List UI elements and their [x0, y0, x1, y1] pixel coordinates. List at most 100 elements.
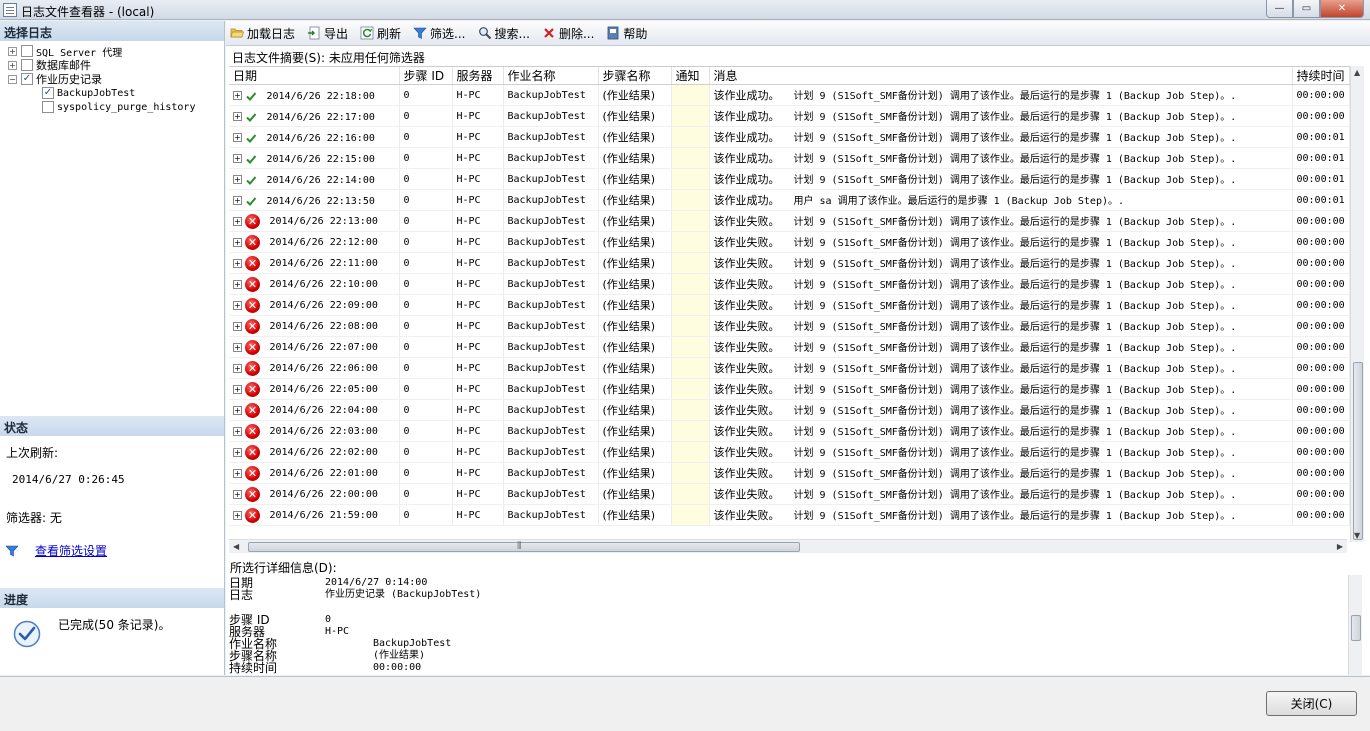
cell-server[interactable]: H-PC — [452, 126, 504, 148]
cell-date[interactable]: + 2014/6/26 22:17:00 — [229, 105, 400, 127]
cell-message[interactable]: 该作业成功。 计划 9 (S1Soft_SMF备份计划) 调用了该作业。最后运行的… — [709, 126, 1293, 148]
cell-date[interactable]: + 2014/6/26 22:18:00 — [229, 84, 400, 106]
cell-step-id[interactable]: 0 — [399, 105, 453, 127]
cell-step-id[interactable]: 0 — [399, 231, 453, 253]
cell-step-name[interactable]: (作业结果) — [598, 105, 672, 127]
cell-server[interactable]: H-PC — [452, 294, 504, 316]
column-header-duration[interactable]: 持续时间 — [1292, 67, 1350, 85]
cell-date[interactable]: + ✕ 2014/6/26 22:07:00 — [229, 336, 400, 358]
cell-job-name[interactable]: BackupJobTest — [503, 231, 599, 253]
cell-message[interactable]: 该作业成功。 计划 9 (S1Soft_SMF备份计划) 调用了该作业。最后运行的… — [709, 84, 1293, 106]
cell-notify[interactable] — [671, 399, 710, 421]
tree-item-job-history[interactable]: − ✓ 作业历史记录 — [8, 72, 102, 86]
scroll-left-arrow-icon[interactable]: ◀ — [233, 542, 239, 551]
table-row[interactable]: + ✕ 2014/6/26 22:12:00 0 H-PC BackupJobTest(… — [229, 231, 1350, 253]
cell-duration[interactable]: 00:00:01 — [1292, 147, 1350, 169]
expand-row-icon[interactable]: + — [233, 91, 242, 100]
cell-job-name[interactable]: BackupJobTest — [503, 252, 599, 274]
cell-message[interactable]: 该作业失败。 计划 9 (S1Soft_SMF备份计划) 调用了该作业。最后运行的… — [709, 294, 1293, 316]
table-row[interactable]: + ✕ 2014/6/26 22:06:00 0 H-PC BackupJobTest(… — [229, 357, 1350, 379]
cell-server[interactable]: H-PC — [452, 399, 504, 421]
cell-date[interactable]: + 2014/6/26 22:15:00 — [229, 147, 400, 169]
table-row[interactable]: + 2014/6/26 22:15:00 0 H-PC BackupJobTest (作… — [229, 147, 1350, 169]
cell-server[interactable]: H-PC — [452, 105, 504, 127]
expand-row-icon[interactable]: + — [233, 237, 242, 247]
cell-message[interactable]: 该作业成功。 计划 9 (S1Soft_SMF备份计划) 调用了该作业。最后运行的… — [709, 105, 1293, 127]
cell-job-name[interactable]: BackupJobTest — [503, 399, 599, 421]
column-header-job-name[interactable]: 作业名称 — [503, 67, 599, 85]
tree-item-sql-agent[interactable]: + SQL Server 代理 — [8, 44, 122, 59]
cell-job-name[interactable]: BackupJobTest — [503, 483, 599, 505]
cell-step-id[interactable]: 0 — [399, 483, 453, 505]
cell-duration[interactable]: 00:00:00 — [1292, 357, 1350, 379]
cell-step-id[interactable]: 0 — [399, 504, 453, 526]
cell-step-name[interactable]: (作业结果) — [598, 210, 672, 232]
cell-duration[interactable]: 00:00:01 — [1292, 168, 1350, 190]
column-header-message[interactable]: 消息 — [709, 67, 1293, 85]
cell-duration[interactable]: 00:00:00 — [1292, 252, 1350, 274]
cell-notify[interactable] — [671, 378, 710, 400]
cell-step-id[interactable]: 0 — [399, 378, 453, 400]
close-button[interactable]: 关闭(C) — [1266, 691, 1357, 716]
cell-server[interactable]: H-PC — [452, 231, 504, 253]
cell-message[interactable]: 该作业失败。 计划 9 (S1Soft_SMF备份计划) 调用了该作业。最后运行的… — [709, 504, 1293, 526]
expand-row-icon[interactable]: + — [233, 300, 242, 310]
cell-notify[interactable] — [671, 462, 710, 484]
cell-duration[interactable]: 00:00:00 — [1292, 441, 1350, 463]
cell-duration[interactable]: 00:00:00 — [1292, 273, 1350, 295]
table-row[interactable]: + ✕ 2014/6/26 22:04:00 0 H-PC BackupJobTest(… — [229, 399, 1350, 421]
cell-job-name[interactable]: BackupJobTest — [503, 504, 599, 526]
expand-row-icon[interactable]: + — [233, 342, 242, 352]
expand-row-icon[interactable]: + — [233, 405, 242, 415]
table-row[interactable]: + ✕ 2014/6/26 22:10:00 0 H-PC BackupJobTest(… — [229, 273, 1350, 295]
cell-duration[interactable]: 00:00:00 — [1292, 294, 1350, 316]
cell-job-name[interactable]: BackupJobTest — [503, 294, 599, 316]
cell-step-name[interactable]: (作业结果) — [598, 315, 672, 337]
cell-server[interactable]: H-PC — [452, 441, 504, 463]
cell-message[interactable]: 该作业失败。 计划 9 (S1Soft_SMF备份计划) 调用了该作业。最后运行的… — [709, 231, 1293, 253]
cell-duration[interactable]: 00:00:00 — [1292, 210, 1350, 232]
checkbox[interactable] — [21, 45, 33, 57]
cell-server[interactable]: H-PC — [452, 378, 504, 400]
export-button[interactable]: 导出 — [307, 25, 348, 42]
filter-button[interactable]: 筛选... — [413, 25, 466, 42]
cell-notify[interactable] — [671, 189, 710, 211]
cell-notify[interactable] — [671, 231, 710, 253]
cell-step-name[interactable]: (作业结果) — [598, 357, 672, 379]
cell-notify[interactable] — [671, 441, 710, 463]
cell-job-name[interactable]: BackupJobTest — [503, 126, 599, 148]
expand-row-icon[interactable]: + — [233, 154, 242, 163]
cell-duration[interactable]: 00:00:00 — [1292, 84, 1350, 106]
expand-row-icon[interactable]: + — [233, 321, 242, 331]
cell-date[interactable]: + ✕ 2014/6/26 22:11:00 — [229, 252, 400, 274]
expand-row-icon[interactable]: + — [233, 216, 242, 226]
expand-row-icon[interactable]: + — [233, 447, 242, 457]
cell-step-name[interactable]: (作业结果) — [598, 273, 672, 295]
cell-step-name[interactable]: (作业结果) — [598, 441, 672, 463]
cell-message[interactable]: 该作业失败。 计划 9 (S1Soft_SMF备份计划) 调用了该作业。最后运行的… — [709, 357, 1293, 379]
cell-date[interactable]: + ✕ 2014/6/26 22:02:00 — [229, 441, 400, 463]
cell-server[interactable]: H-PC — [452, 189, 504, 211]
cell-job-name[interactable]: BackupJobTest — [503, 336, 599, 358]
table-row[interactable]: + ✕ 2014/6/26 22:03:00 0 H-PC BackupJobTest(… — [229, 420, 1350, 442]
cell-step-name[interactable]: (作业结果) — [598, 147, 672, 169]
checkbox[interactable]: ✓ — [21, 73, 33, 85]
cell-server[interactable]: H-PC — [452, 504, 504, 526]
cell-notify[interactable] — [671, 147, 710, 169]
column-header-step-name[interactable]: 步骤名称 — [598, 67, 672, 85]
details-scroll-thumb[interactable] — [1351, 615, 1361, 641]
expand-row-icon[interactable]: + — [233, 489, 242, 499]
cell-step-id[interactable]: 0 — [399, 252, 453, 274]
expand-row-icon[interactable]: + — [233, 384, 242, 394]
view-filter-settings-link[interactable]: 查看筛选设置 — [35, 542, 107, 559]
cell-step-name[interactable]: (作业结果) — [598, 84, 672, 106]
table-row[interactable]: + ✕ 2014/6/26 21:59:00 0 H-PC BackupJobTest(… — [229, 504, 1350, 526]
table-row[interactable]: + ✕ 2014/6/26 22:05:00 0 H-PC BackupJobTest(… — [229, 378, 1350, 400]
expand-row-icon[interactable]: + — [233, 196, 242, 205]
cell-duration[interactable]: 00:00:00 — [1292, 399, 1350, 421]
cell-server[interactable]: H-PC — [452, 315, 504, 337]
tree-item-backupjobtest[interactable]: ✓ BackupJobTest — [42, 86, 135, 100]
cell-duration[interactable]: 00:00:00 — [1292, 504, 1350, 526]
minimize-button[interactable]: — — [1266, 0, 1293, 18]
cell-step-id[interactable]: 0 — [399, 294, 453, 316]
